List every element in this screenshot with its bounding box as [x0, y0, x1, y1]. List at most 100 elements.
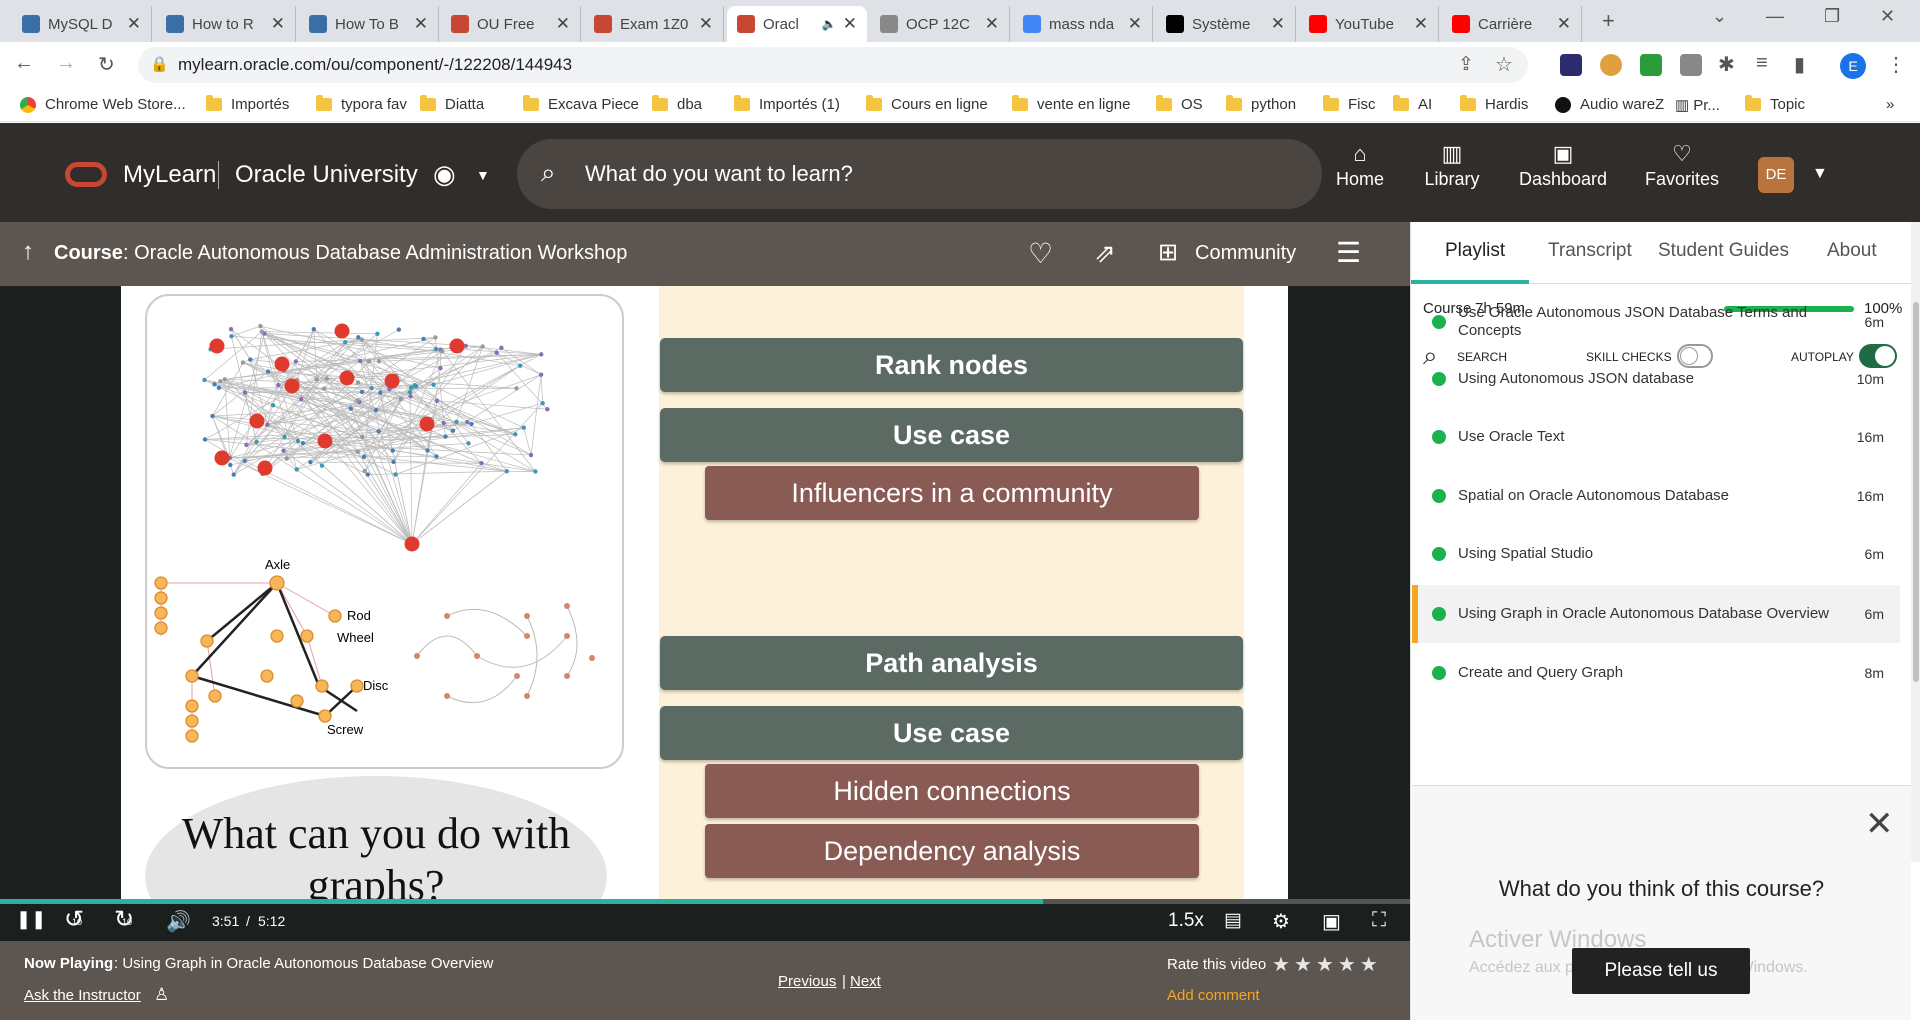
bookmark-item[interactable]: Excava Piece: [523, 95, 639, 113]
nav-favorites[interactable]: ♡ Favorites: [1622, 141, 1742, 190]
share-icon[interactable]: ⇪: [1458, 53, 1474, 76]
close-tab-icon[interactable]: ✕: [556, 14, 570, 34]
add-comment-link[interactable]: Add comment: [1167, 987, 1260, 1004]
bookmark-item[interactable]: Fisc: [1323, 95, 1376, 113]
star-icon[interactable]: ★: [1294, 954, 1316, 976]
oracle-logo-icon[interactable]: [65, 162, 107, 187]
star-icon[interactable]: ★: [1360, 954, 1382, 976]
globe-icon[interactable]: ◉: [433, 159, 456, 190]
chevron-down-icon[interactable]: ▼: [1812, 165, 1828, 183]
browser-tab[interactable]: Carrière ✕: [1442, 6, 1582, 42]
close-icon[interactable]: ✕: [1865, 804, 1894, 844]
browser-tab[interactable]: MySQL D ✕: [12, 6, 152, 42]
captions-icon[interactable]: ▤: [1224, 909, 1242, 932]
playlist-menu-icon[interactable]: ☰: [1336, 236, 1361, 269]
bookmark-item[interactable]: Hardis: [1460, 95, 1528, 113]
tab-about[interactable]: About: [1827, 240, 1877, 262]
bookmark-item[interactable]: Audio wareZ: [1555, 96, 1664, 113]
scrollbar-thumb[interactable]: [1913, 302, 1919, 682]
bookmark-item[interactable]: vente en ligne: [1012, 95, 1130, 113]
reading-list-icon[interactable]: ≡: [1756, 52, 1768, 75]
download-extension-icon[interactable]: [1640, 54, 1662, 76]
bookmark-item[interactable]: typora fav: [316, 95, 407, 113]
playlist-item[interactable]: Use Oracle Text 16m: [1412, 408, 1900, 466]
bookmark-item[interactable]: Diatta: [420, 95, 484, 113]
browser-tab[interactable]: OCP 12C ✕: [870, 6, 1010, 42]
close-tab-icon[interactable]: ✕: [985, 14, 999, 34]
playlist-item[interactable]: Using Spatial Studio 6m: [1412, 525, 1900, 583]
browser-tab[interactable]: How To B ✕: [299, 6, 439, 42]
browser-tab[interactable]: YouTube ✕: [1299, 6, 1439, 42]
star-icon[interactable]: ★: [1316, 954, 1338, 976]
extension-icon[interactable]: [1560, 54, 1582, 76]
speaker-icon[interactable]: 🔈: [822, 17, 837, 31]
close-tab-icon[interactable]: ✕: [699, 14, 713, 34]
close-window-icon[interactable]: ✕: [1880, 6, 1895, 27]
user-avatar[interactable]: DE: [1758, 157, 1794, 193]
cookie-extension-icon[interactable]: [1600, 54, 1622, 76]
picture-in-picture-icon[interactable]: ▣: [1322, 909, 1341, 934]
forward-icon[interactable]: →: [56, 52, 76, 75]
reload-icon[interactable]: ↻: [98, 52, 115, 77]
extension-icon[interactable]: [1680, 54, 1702, 76]
more-bookmarks-icon[interactable]: »: [1886, 96, 1894, 113]
browser-tab[interactable]: OU Free ✕: [441, 6, 581, 42]
arrow-up-icon[interactable]: ↑: [22, 238, 34, 266]
settings-icon[interactable]: ⚙: [1272, 909, 1290, 934]
tab-transcript[interactable]: Transcript: [1548, 240, 1632, 262]
bookmark-item[interactable]: Cours en ligne: [866, 95, 988, 113]
bookmark-item[interactable]: ▥ Pr...: [1675, 96, 1720, 115]
playlist-item[interactable]: Create and Query Graph 8m: [1412, 644, 1900, 702]
bookmark-item[interactable]: OS: [1156, 95, 1203, 113]
volume-icon[interactable]: 🔊: [166, 909, 191, 934]
search-bar[interactable]: ⌕ What do you want to learn?: [517, 139, 1322, 209]
bookmark-item[interactable]: AI: [1393, 95, 1432, 113]
browser-tab[interactable]: Oracl 🔈 ✕: [727, 6, 867, 42]
restore-icon[interactable]: ❐: [1824, 6, 1840, 27]
feedback-button[interactable]: Please tell us: [1572, 948, 1750, 994]
playlist-item[interactable]: Spatial on Oracle Autonomous Database 16m: [1412, 467, 1900, 525]
new-tab-icon[interactable]: +: [1602, 8, 1615, 34]
bookmark-item[interactable]: Topic: [1745, 95, 1805, 113]
bookmark-star-icon[interactable]: ☆: [1495, 52, 1513, 77]
bookmark-item[interactable]: Importés: [206, 95, 289, 113]
back-icon[interactable]: ←: [14, 52, 34, 75]
tab-search-icon[interactable]: ⌄: [1712, 6, 1727, 27]
puzzle-icon[interactable]: ✱: [1718, 52, 1735, 77]
close-tab-icon[interactable]: ✕: [843, 14, 857, 34]
close-tab-icon[interactable]: ✕: [414, 14, 428, 34]
heart-icon[interactable]: ♡: [1028, 237, 1053, 270]
close-tab-icon[interactable]: ✕: [1557, 14, 1571, 34]
close-tab-icon[interactable]: ✕: [1414, 14, 1428, 34]
star-rating[interactable]: ★★★★★: [1272, 952, 1382, 977]
side-panel-icon[interactable]: ▮: [1794, 52, 1805, 77]
browser-tab[interactable]: How to R ✕: [156, 6, 296, 42]
bookmark-item[interactable]: Chrome Web Store...: [20, 96, 186, 113]
pause-icon[interactable]: ❚❚: [16, 909, 46, 930]
profile-avatar[interactable]: E: [1840, 53, 1866, 79]
close-tab-icon[interactable]: ✕: [1271, 14, 1285, 34]
browser-tab[interactable]: Système ✕: [1156, 6, 1296, 42]
ask-instructor-link[interactable]: Ask the Instructor: [24, 987, 141, 1004]
community-link[interactable]: Community: [1195, 242, 1296, 265]
instructor-icon[interactable]: ♙: [154, 985, 169, 1005]
fullscreen-icon[interactable]: ⛶: [1372, 909, 1386, 932]
playlist-item[interactable]: Use Oracle Autonomous JSON Database Term…: [1412, 293, 1900, 351]
community-icon[interactable]: ⊞: [1158, 238, 1178, 267]
star-icon[interactable]: ★: [1272, 954, 1294, 976]
university-name[interactable]: Oracle University: [235, 161, 418, 189]
brand-name[interactable]: MyLearn: [123, 161, 216, 189]
previous-link[interactable]: Previous: [778, 973, 836, 990]
playlist-item[interactable]: Using Graph in Oracle Autonomous Databas…: [1412, 585, 1900, 643]
tab-student-guides[interactable]: Student Guides: [1658, 240, 1789, 262]
close-tab-icon[interactable]: ✕: [271, 14, 285, 34]
browser-tab[interactable]: mass nda ✕: [1013, 6, 1153, 42]
scrollbar[interactable]: [1911, 222, 1920, 862]
bookmark-item[interactable]: Importés (1): [734, 95, 840, 113]
share-icon[interactable]: ⇗: [1094, 238, 1116, 269]
tab-playlist[interactable]: Playlist: [1445, 240, 1505, 262]
nav-dashboard[interactable]: ▣ Dashboard: [1503, 141, 1623, 190]
kebab-menu-icon[interactable]: ⋮: [1886, 52, 1906, 77]
star-icon[interactable]: ★: [1338, 954, 1360, 976]
playback-speed[interactable]: 1.5x: [1168, 910, 1204, 932]
